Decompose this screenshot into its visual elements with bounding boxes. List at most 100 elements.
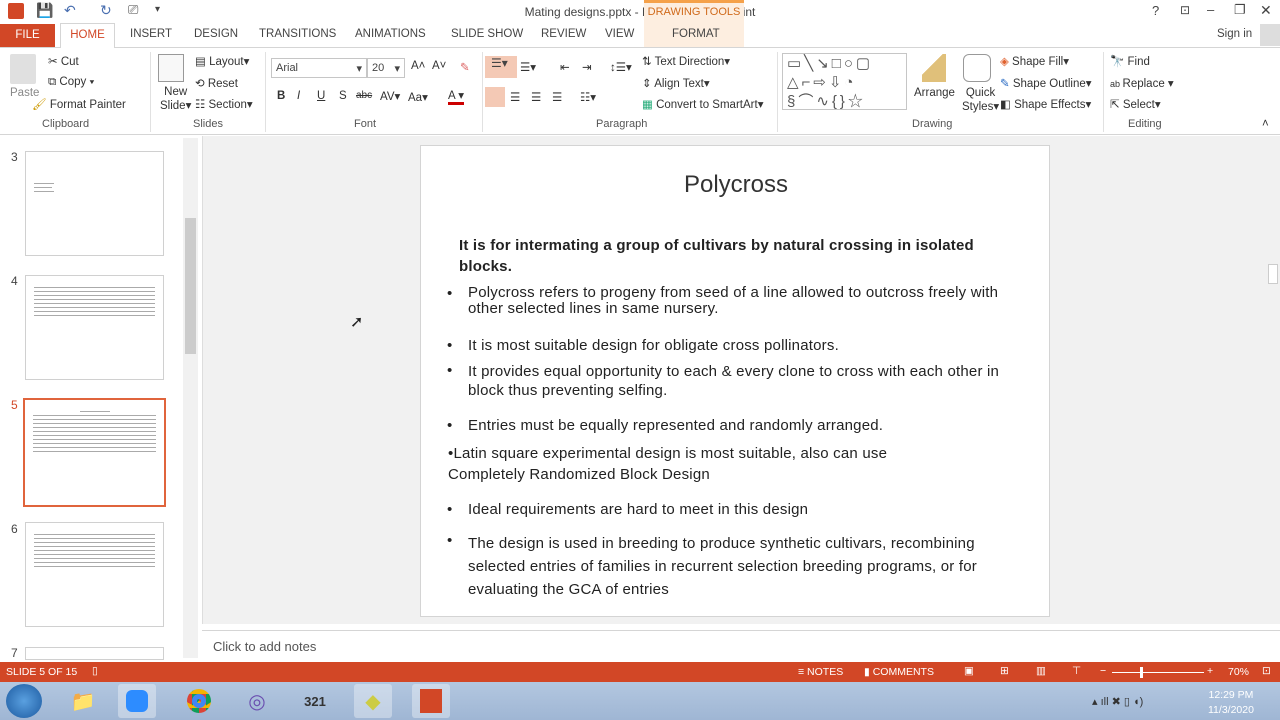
- align-left-icon[interactable]: [485, 87, 505, 107]
- tab-design[interactable]: DESIGN: [194, 28, 238, 40]
- tab-format[interactable]: FORMAT: [672, 28, 720, 40]
- help-icon[interactable]: ?: [1152, 3, 1159, 18]
- zoom-slider[interactable]: [1112, 667, 1204, 678]
- bullet-item[interactable]: • Ideal requirements are hard to meet in …: [447, 501, 1037, 519]
- zoom-app-icon[interactable]: [118, 684, 156, 718]
- italic-icon[interactable]: I: [297, 90, 300, 102]
- fit-to-window-icon[interactable]: ⊡: [1262, 665, 1271, 677]
- bullet-item[interactable]: • Polycross refers to progeny from seed o…: [447, 285, 1037, 317]
- user-avatar-icon[interactable]: [1260, 24, 1280, 46]
- bullet-item[interactable]: • It provides equal opportunity to each &…: [447, 362, 1017, 400]
- folder-app-icon[interactable]: ◆: [354, 684, 392, 718]
- new-slide-icon[interactable]: [158, 54, 184, 82]
- new-slide-button[interactable]: New Slide▾: [160, 86, 191, 112]
- bold-icon[interactable]: B: [277, 90, 285, 102]
- numbering-icon[interactable]: ☰▾: [520, 60, 536, 74]
- zoom-out-icon[interactable]: −: [1100, 665, 1106, 677]
- section-button[interactable]: ☷ Section▾: [195, 97, 253, 111]
- restore-icon[interactable]: ❐: [1234, 2, 1246, 18]
- align-center-icon[interactable]: ☰: [510, 90, 520, 104]
- sign-in-link[interactable]: Sign in: [1217, 28, 1252, 40]
- scrollbar-thumb[interactable]: [1268, 264, 1278, 284]
- layout-button[interactable]: ▤ Layout▾: [195, 54, 249, 68]
- arrange-button[interactable]: Arrange: [914, 87, 955, 99]
- tab-animations[interactable]: ANIMATIONS: [355, 28, 426, 40]
- convert-smartart-button[interactable]: ▦ Convert to SmartArt▾: [642, 97, 763, 111]
- slide-intro[interactable]: It is for intermating a group of cultiva…: [459, 235, 999, 277]
- tab-transitions[interactable]: TRANSITIONS: [259, 28, 336, 40]
- select-button[interactable]: ⇱ Select▾: [1110, 97, 1161, 111]
- slide-thumbnail[interactable]: [25, 275, 164, 380]
- paste-icon[interactable]: [10, 54, 36, 84]
- notes-button[interactable]: ≡ NOTES: [798, 666, 843, 678]
- spell-check-icon[interactable]: ▯: [92, 665, 98, 677]
- latin-square-text[interactable]: •Latin square experimental design is mos…: [448, 443, 968, 485]
- align-right-icon[interactable]: ☰: [531, 90, 541, 104]
- line-spacing-icon[interactable]: ↕☰▾: [610, 60, 632, 74]
- tab-file[interactable]: FILE: [0, 24, 55, 47]
- increase-indent-icon[interactable]: ⇥: [582, 60, 592, 74]
- shape-outline-button[interactable]: ✎ Shape Outline▾: [1000, 76, 1092, 90]
- tab-slide-show[interactable]: SLIDE SHOW: [451, 28, 523, 40]
- ribbon-display-icon[interactable]: ⊡: [1180, 3, 1190, 17]
- bullets-button[interactable]: ☰▾: [485, 56, 517, 78]
- quick-styles-icon[interactable]: [963, 54, 991, 82]
- font-name-select[interactable]: Arial ▾: [271, 58, 367, 78]
- tab-home[interactable]: HOME: [60, 23, 115, 48]
- columns-icon[interactable]: ☷▾: [580, 90, 596, 104]
- clock[interactable]: 12:29 PM 11/3/2020: [1208, 688, 1254, 718]
- slide-canvas[interactable]: Polycross It is for intermating a group …: [420, 145, 1050, 617]
- text-direction-button[interactable]: ⇅ Text Direction▾: [642, 54, 730, 68]
- format-painter-button[interactable]: 🖌 Format Painter: [32, 97, 126, 111]
- collapse-ribbon-icon[interactable]: ˄: [1262, 118, 1269, 130]
- shrink-font-icon[interactable]: A˅: [432, 60, 446, 72]
- shape-effects-button[interactable]: ◧ Shape Effects▾: [1000, 97, 1091, 111]
- align-text-button[interactable]: ⇕ Align Text▾: [642, 76, 710, 90]
- copy-button[interactable]: ⧉ Copy ▾: [48, 76, 94, 89]
- character-spacing-icon[interactable]: AV▾: [380, 89, 400, 103]
- tab-review[interactable]: REVIEW: [541, 28, 586, 40]
- grow-font-icon[interactable]: A˄: [411, 60, 425, 72]
- clear-formatting-icon[interactable]: ✎: [460, 60, 470, 74]
- cut-button[interactable]: ✂ Cut: [48, 54, 79, 68]
- slide-thumbnail[interactable]: [25, 522, 164, 627]
- decrease-indent-icon[interactable]: ⇤: [560, 60, 570, 74]
- shapes-gallery[interactable]: ▭╲↘□○▢ △⌐⇨⇩◔ §⌒∿{}☆: [782, 53, 907, 110]
- bullet-item[interactable]: • It is most suitable design for obligate…: [447, 337, 1037, 355]
- editor-scrollbar[interactable]: [1266, 136, 1280, 624]
- file-explorer-icon[interactable]: 📁: [64, 684, 102, 718]
- shadow-icon[interactable]: S: [339, 90, 347, 102]
- notes-placeholder[interactable]: Click to add notes: [213, 639, 316, 654]
- underline-icon[interactable]: U: [317, 90, 325, 102]
- media-player-icon[interactable]: 321: [296, 684, 334, 718]
- start-button[interactable]: [6, 684, 42, 718]
- browser-app-icon[interactable]: ◎: [238, 684, 276, 718]
- justify-icon[interactable]: ☰: [552, 90, 562, 104]
- zoom-level[interactable]: 70%: [1228, 666, 1249, 678]
- notes-pane[interactable]: Click to add notes: [202, 630, 1280, 660]
- powerpoint-taskbar-icon[interactable]: [412, 684, 450, 718]
- replace-button[interactable]: ab Replace ▾: [1110, 76, 1174, 90]
- strikethrough-icon[interactable]: abc: [356, 90, 372, 101]
- close-icon[interactable]: ✕: [1260, 2, 1272, 19]
- arrange-icon[interactable]: [922, 54, 946, 82]
- font-size-select[interactable]: 20 ▾: [367, 58, 405, 78]
- tab-view[interactable]: VIEW: [605, 28, 634, 40]
- reading-view-icon[interactable]: ▥: [1036, 665, 1046, 677]
- comments-button[interactable]: ▮ COMMENTS: [864, 666, 934, 678]
- shape-fill-button[interactable]: ◈ Shape Fill▾: [1000, 54, 1069, 68]
- normal-view-icon[interactable]: ▣: [964, 665, 974, 677]
- zoom-slider-thumb[interactable]: [1140, 667, 1143, 678]
- slide-show-icon[interactable]: ⊤: [1072, 665, 1081, 677]
- slide-title[interactable]: Polycross: [421, 171, 1051, 199]
- minimize-icon[interactable]: –: [1207, 2, 1214, 17]
- bullet-item[interactable]: • The design is used in breeding to produ…: [447, 532, 1007, 601]
- bullet-item[interactable]: • Entries must be equally represented and…: [447, 417, 1037, 435]
- reset-button[interactable]: ⟲ Reset: [195, 76, 238, 90]
- change-case-icon[interactable]: Aa▾: [408, 90, 428, 104]
- slide-thumbnail[interactable]: [25, 151, 164, 256]
- scrollbar-thumb[interactable]: [185, 218, 196, 354]
- slide-sorter-icon[interactable]: ⊞: [1000, 665, 1009, 677]
- system-tray-icons[interactable]: ▴ ıll ✖ ▯ ◖): [1092, 695, 1143, 708]
- thumbnail-scrollbar[interactable]: [183, 138, 198, 658]
